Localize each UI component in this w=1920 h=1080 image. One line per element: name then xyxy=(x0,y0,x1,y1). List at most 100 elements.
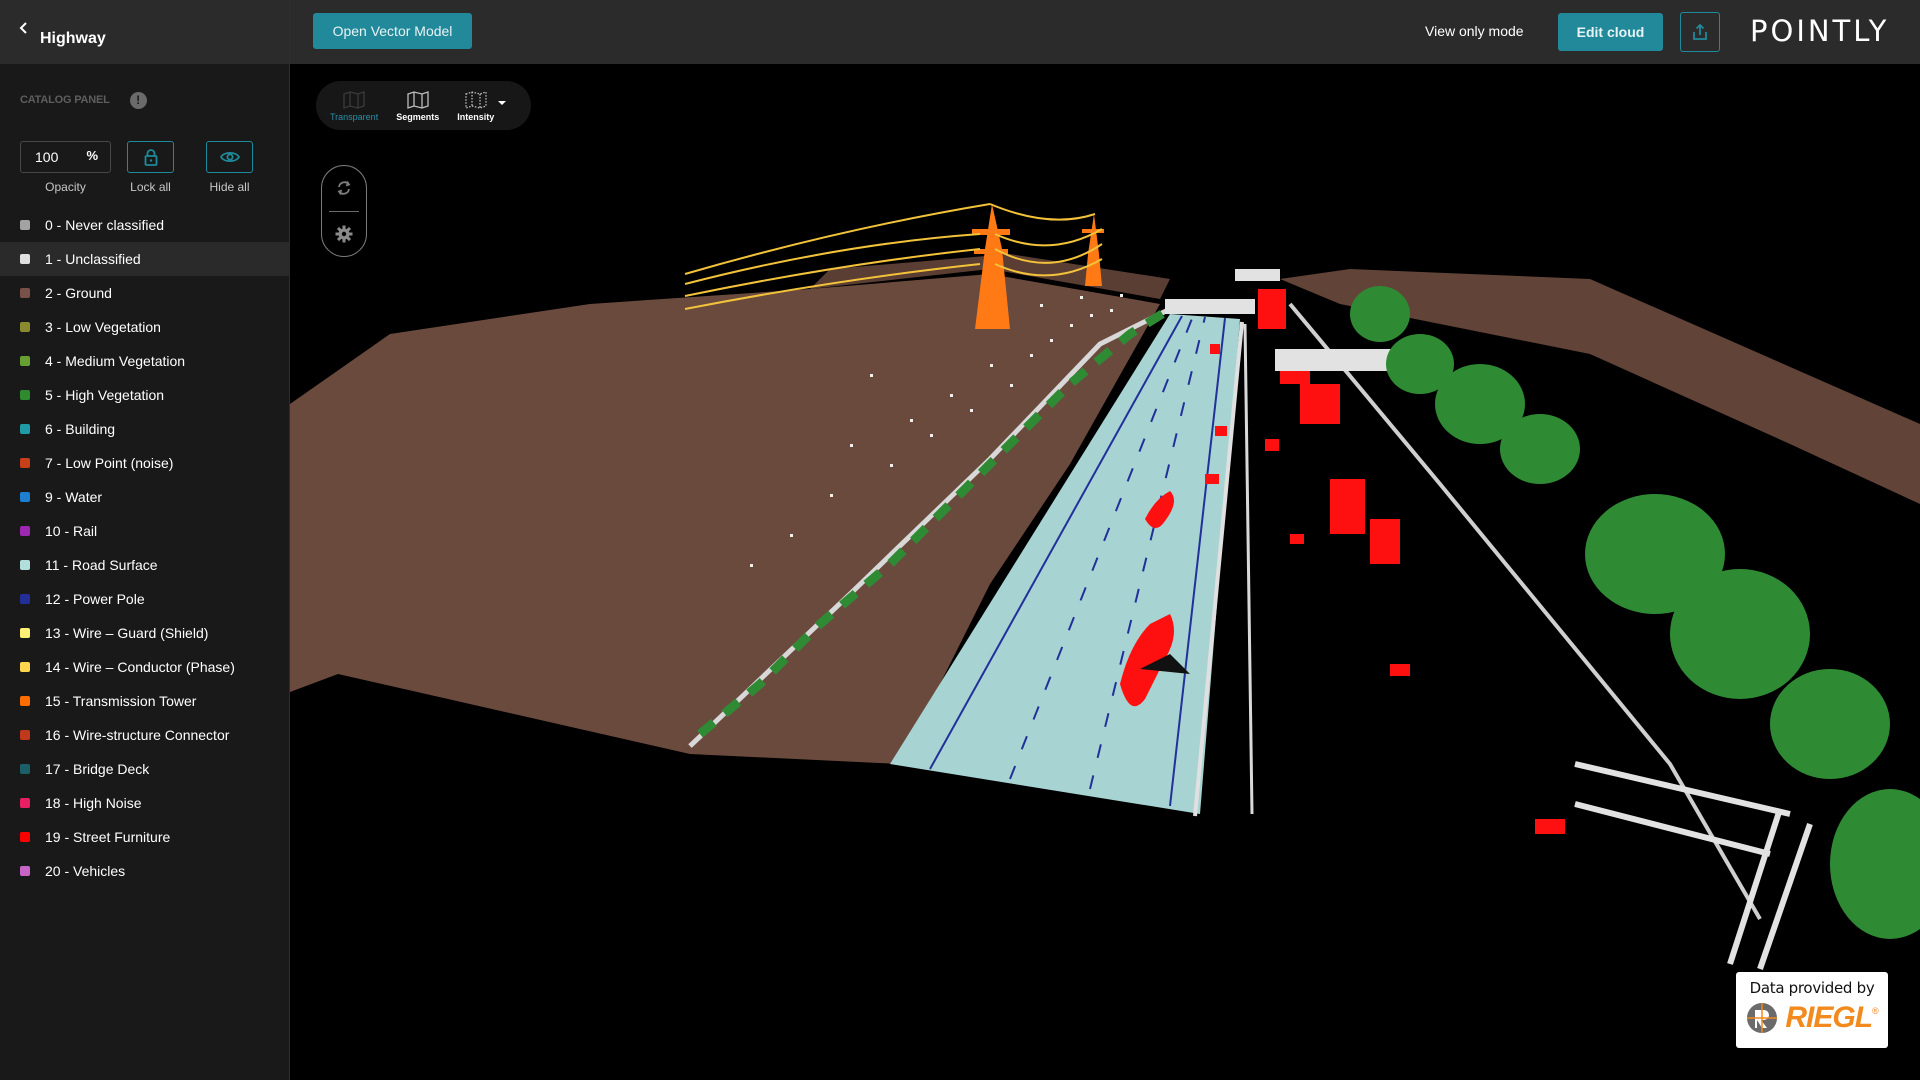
class-label: 18 - High Noise xyxy=(45,795,142,811)
street-furniture xyxy=(1390,664,1410,676)
class-label: 3 - Low Vegetation xyxy=(45,319,161,335)
view-mode-segments[interactable]: Segments xyxy=(396,90,439,122)
class-color-swatch xyxy=(20,560,30,570)
map-icon xyxy=(407,90,429,109)
street-furniture xyxy=(1330,479,1365,534)
median-barrier xyxy=(1243,323,1254,815)
class-color-swatch xyxy=(20,730,30,740)
lock-all-button[interactable] xyxy=(127,141,174,173)
sidebar-header: Highway xyxy=(0,0,289,64)
pointly-logo: POINTLY xyxy=(1750,14,1890,48)
registered-mark: ® xyxy=(1872,1006,1879,1016)
class-label: 17 - Bridge Deck xyxy=(45,761,150,777)
view-mode-label: Transparent xyxy=(330,111,379,122)
dropdown-caret-icon[interactable] xyxy=(498,100,507,105)
opacity-value[interactable]: 100 xyxy=(35,149,58,165)
class-row[interactable]: 0 - Never classified xyxy=(0,208,289,242)
riegl-brand-text: RIEGL xyxy=(1785,1001,1873,1034)
credit-text: Data provided by xyxy=(1749,979,1875,997)
class-row[interactable]: 2 - Ground xyxy=(0,276,289,310)
view-mode-label: Segments xyxy=(396,111,440,122)
class-row[interactable]: 12 - Power Pole xyxy=(0,582,289,616)
class-color-swatch xyxy=(20,866,30,876)
class-label: 12 - Power Pole xyxy=(45,591,145,607)
class-row[interactable]: 18 - High Noise xyxy=(0,786,289,820)
class-row[interactable]: 10 - Rail xyxy=(0,514,289,548)
class-color-swatch xyxy=(20,220,30,230)
hide-all-control: Hide all xyxy=(206,141,253,194)
class-row[interactable]: 19 - Street Furniture xyxy=(0,820,289,854)
class-color-swatch xyxy=(20,662,30,672)
open-vector-model-button[interactable]: Open Vector Model xyxy=(313,13,472,49)
sign-structure xyxy=(1574,761,1813,970)
class-row[interactable]: 11 - Road Surface xyxy=(0,548,289,582)
riegl-logo: RIEGL ® xyxy=(1745,1001,1879,1035)
class-row[interactable]: 17 - Bridge Deck xyxy=(0,752,289,786)
project-title: Highway xyxy=(40,30,106,47)
class-label: 9 - Water xyxy=(45,489,103,505)
class-row[interactable]: 4 - Medium Vegetation xyxy=(0,344,289,378)
class-color-swatch xyxy=(20,356,30,366)
class-row[interactable]: 14 - Wire – Conductor (Phase) xyxy=(0,650,289,684)
back-button[interactable] xyxy=(14,18,34,38)
class-label: 1 - Unclassified xyxy=(45,251,141,267)
gantry-sign xyxy=(1165,299,1255,314)
point-cloud-scene[interactable] xyxy=(290,64,1920,1080)
class-row[interactable]: 13 - Wire – Guard (Shield) xyxy=(0,616,289,650)
class-color-swatch xyxy=(20,764,30,774)
class-row[interactable]: 6 - Building xyxy=(0,412,289,446)
class-row[interactable]: 1 - Unclassified xyxy=(0,242,295,276)
top-bar: Open Vector Model View only mode Edit cl… xyxy=(290,0,1920,64)
point-cloud-viewer[interactable]: Transparent Segments Intensity Data prov… xyxy=(290,64,1920,1080)
class-label: 14 - Wire – Conductor (Phase) xyxy=(45,659,235,675)
class-row[interactable]: 20 - Vehicles xyxy=(0,854,289,888)
class-color-swatch xyxy=(20,594,30,604)
edit-cloud-button[interactable]: Edit cloud xyxy=(1558,13,1663,51)
opacity-label: Opacity xyxy=(45,180,86,194)
class-color-swatch xyxy=(20,322,30,332)
class-color-swatch xyxy=(20,526,30,536)
street-furniture xyxy=(1535,819,1565,834)
class-color-swatch xyxy=(20,832,30,842)
class-color-swatch xyxy=(20,458,30,468)
street-furniture xyxy=(1215,426,1227,436)
view-mode-intensity[interactable]: Intensity xyxy=(457,90,494,122)
class-color-swatch xyxy=(20,798,30,808)
class-label: 6 - Building xyxy=(45,421,116,437)
street-furniture xyxy=(1265,439,1279,451)
settings-button[interactable] xyxy=(322,212,366,257)
class-label: 16 - Wire-structure Connector xyxy=(45,727,230,743)
catalog-panel-header: CATALOG PANEL ! xyxy=(0,64,289,118)
class-label: 13 - Wire – Guard (Shield) xyxy=(45,625,209,641)
catalog-sidebar: Highway CATALOG PANEL ! 100 % Opacity Lo… xyxy=(0,0,295,1080)
view-mode-toolbar: Transparent Segments Intensity xyxy=(316,81,531,130)
street-furniture xyxy=(1210,344,1220,354)
catalog-panel-label: CATALOG PANEL xyxy=(20,94,110,106)
view-mode-transparent[interactable]: Transparent xyxy=(330,90,378,122)
street-furniture xyxy=(1300,384,1340,424)
class-color-swatch xyxy=(20,424,30,434)
lock-all-control: Lock all xyxy=(127,141,174,194)
class-row[interactable]: 16 - Wire-structure Connector xyxy=(0,718,289,752)
rotate-button[interactable] xyxy=(322,166,366,211)
map-dotted-icon xyxy=(465,90,487,109)
hide-all-button[interactable] xyxy=(206,141,253,173)
class-row[interactable]: 7 - Low Point (noise) xyxy=(0,446,289,480)
class-label: 0 - Never classified xyxy=(45,217,165,233)
opacity-input[interactable]: 100 % xyxy=(20,141,111,173)
chevron-left-icon xyxy=(19,22,27,34)
rotate-icon xyxy=(337,181,351,196)
info-icon[interactable]: ! xyxy=(129,91,147,109)
class-color-swatch xyxy=(20,492,30,502)
class-label: 10 - Rail xyxy=(45,523,98,539)
street-furniture xyxy=(1258,289,1286,329)
right-vegetation xyxy=(1350,286,1920,939)
eye-icon xyxy=(219,151,240,163)
class-row[interactable]: 15 - Transmission Tower xyxy=(0,684,289,718)
class-row[interactable]: 5 - High Vegetation xyxy=(0,378,289,412)
share-button[interactable] xyxy=(1680,12,1720,52)
lock-all-label: Lock all xyxy=(130,180,171,194)
class-row[interactable]: 9 - Water xyxy=(0,480,289,514)
class-color-swatch xyxy=(20,390,30,400)
class-row[interactable]: 3 - Low Vegetation xyxy=(0,310,289,344)
